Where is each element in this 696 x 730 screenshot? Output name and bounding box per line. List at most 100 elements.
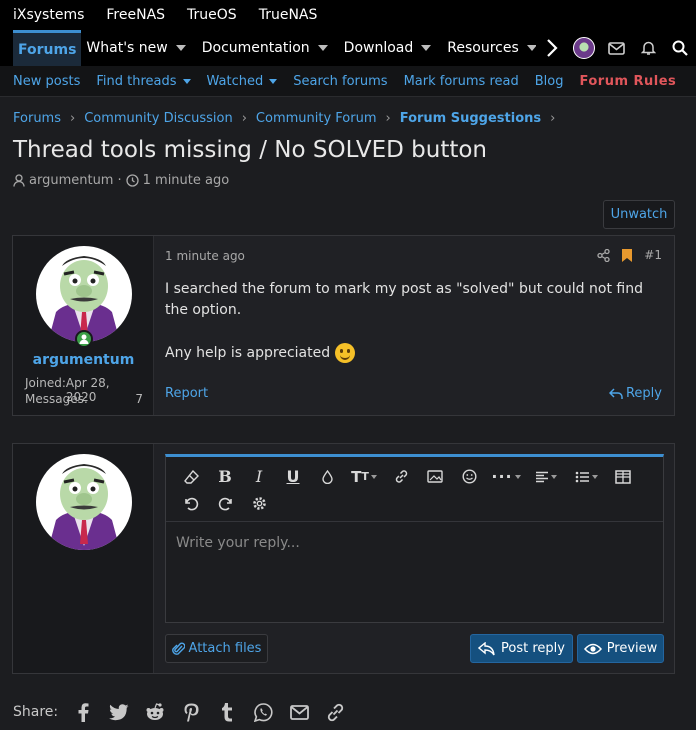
chevron-down-icon	[182, 78, 191, 84]
chevron-down-icon	[269, 78, 278, 84]
smiley-icon[interactable]	[452, 463, 486, 490]
italic-icon[interactable]: I	[242, 463, 276, 490]
user-icon	[13, 174, 25, 187]
subnav-find-threads[interactable]: Find threads	[96, 74, 191, 89]
chevron-down-icon[interactable]	[421, 45, 432, 51]
reddit-icon[interactable]	[144, 701, 166, 723]
breadcrumb-community-forum[interactable]: Community Forum	[256, 111, 377, 126]
email-icon[interactable]	[288, 701, 310, 723]
bookmark-icon[interactable]	[622, 248, 633, 262]
breadcrumb-community-discussion[interactable]: Community Discussion	[84, 111, 233, 126]
more-options-icon[interactable]: ···	[486, 463, 526, 490]
subnav-watched[interactable]: Watched	[207, 74, 278, 89]
underline-icon[interactable]: U	[276, 463, 310, 490]
topbar-link-truenas[interactable]: TrueNAS	[259, 7, 318, 23]
table-icon[interactable]	[606, 463, 640, 490]
share-icon[interactable]	[597, 248, 610, 262]
eye-icon	[583, 643, 602, 654]
top-bar: iXsystems FreeNAS TrueOS TrueNAS	[0, 0, 696, 30]
gear-icon[interactable]	[242, 490, 276, 517]
nav-documentation[interactable]: Documentation	[197, 30, 339, 66]
undo-icon[interactable]	[174, 490, 208, 517]
chevron-down-icon[interactable]	[175, 45, 186, 51]
facebook-icon[interactable]	[72, 701, 94, 723]
post-1: argumentum Joined: Apr 28, 2020 Messages:…	[12, 235, 675, 416]
link-icon[interactable]	[384, 463, 418, 490]
list-icon[interactable]	[566, 463, 606, 490]
chevron-right-icon: ›	[241, 111, 247, 126]
post-user-panel: argumentum Joined: Apr 28, 2020 Messages:…	[13, 236, 154, 415]
chevron-right-icon: ›	[385, 111, 391, 126]
inbox-icon[interactable]	[600, 30, 632, 66]
post-username[interactable]: argumentum	[13, 352, 154, 368]
subnav-mark-read[interactable]: Mark forums read	[404, 74, 519, 89]
account-avatar[interactable]	[568, 30, 600, 66]
eraser-icon[interactable]	[174, 463, 208, 490]
reply-input[interactable]: Write your reply...	[166, 522, 663, 564]
unwatch-button[interactable]: Unwatch	[603, 200, 675, 229]
clock-icon	[125, 174, 139, 187]
chevron-right-icon: ›	[70, 111, 76, 126]
chevron-right-icon: ›	[550, 111, 556, 126]
reply-user-panel	[13, 444, 154, 673]
image-icon[interactable]	[418, 463, 452, 490]
thread-time[interactable]: 1 minute ago	[143, 173, 230, 188]
subnav-blog[interactable]: Blog	[535, 74, 564, 89]
share-bar: Share:	[13, 701, 346, 723]
post-body: I searched the forum to mark my post as …	[165, 281, 643, 363]
copy-link-icon[interactable]	[324, 701, 346, 723]
nav-forums[interactable]: Forums	[13, 30, 82, 66]
nav-resources[interactable]: Resources	[442, 30, 548, 66]
avatar	[36, 454, 132, 550]
preview-button[interactable]: Preview	[577, 634, 664, 663]
breadcrumb: Forums › Community Discussion › Community …	[13, 111, 558, 126]
main-nav: Forums What's new Documentation Download…	[0, 30, 696, 66]
share-label: Share:	[13, 704, 59, 720]
report-link[interactable]: Report	[165, 386, 208, 401]
align-icon[interactable]	[526, 463, 566, 490]
topbar-link-freenas[interactable]: FreeNAS	[106, 7, 165, 23]
search-icon[interactable]	[664, 30, 696, 66]
smile-emoji-icon	[334, 343, 355, 363]
breadcrumb-forums[interactable]: Forums	[13, 111, 61, 126]
paperclip-icon	[171, 642, 185, 655]
chevron-down-icon[interactable]	[317, 45, 328, 51]
reply-icon	[608, 387, 623, 399]
reply-link[interactable]: Reply	[608, 386, 662, 401]
quick-reply: B I U TT ··· Write your reply... Attach …	[12, 443, 675, 674]
nav-download[interactable]: Download	[339, 30, 443, 66]
twitter-icon[interactable]	[108, 701, 130, 723]
messages-row: Messages: 7	[25, 392, 143, 406]
subnav-forum-rules[interactable]: Forum Rules	[580, 74, 677, 89]
bell-icon[interactable]	[632, 30, 664, 66]
editor-toolbar: B I U TT ···	[166, 457, 663, 522]
post-time[interactable]: 1 minute ago	[165, 249, 245, 263]
reply-editor: B I U TT ··· Write your reply...	[165, 454, 664, 623]
post-number[interactable]: #1	[644, 248, 662, 262]
subnav-search-forums[interactable]: Search forums	[293, 74, 387, 89]
whatsapp-icon[interactable]	[252, 701, 274, 723]
thread-author[interactable]: argumentum	[29, 173, 113, 188]
nav-scroll-right-icon[interactable]	[536, 30, 568, 66]
redo-icon[interactable]	[208, 490, 242, 517]
avatar[interactable]	[36, 246, 132, 342]
sub-nav: New posts Find threads Watched Search fo…	[0, 66, 696, 97]
color-drop-icon[interactable]	[310, 463, 344, 490]
breadcrumb-forum-suggestions[interactable]: Forum Suggestions	[400, 111, 541, 126]
tumblr-icon[interactable]	[216, 701, 238, 723]
nav-account-tools	[536, 30, 696, 66]
avatar	[573, 37, 595, 59]
page-title: Thread tools missing / No SOLVED button	[13, 137, 488, 163]
attach-files-button[interactable]: Attach files	[165, 634, 268, 663]
topbar-link-trueos[interactable]: TrueOS	[187, 7, 237, 23]
nav-whats-new[interactable]: What's new	[81, 30, 196, 66]
subnav-new-posts[interactable]: New posts	[13, 74, 80, 89]
post-reply-button[interactable]: Post reply	[470, 634, 573, 663]
reply-icon	[478, 641, 495, 655]
post-message: 1 minute ago #1 I searched the forum to …	[165, 236, 674, 415]
thread-meta: argumentum · 1 minute ago	[13, 173, 229, 188]
pinterest-icon[interactable]	[180, 701, 202, 723]
bold-icon[interactable]: B	[208, 463, 242, 490]
text-size-icon[interactable]: TT	[344, 463, 384, 490]
topbar-link-ixsystems[interactable]: iXsystems	[13, 7, 84, 23]
